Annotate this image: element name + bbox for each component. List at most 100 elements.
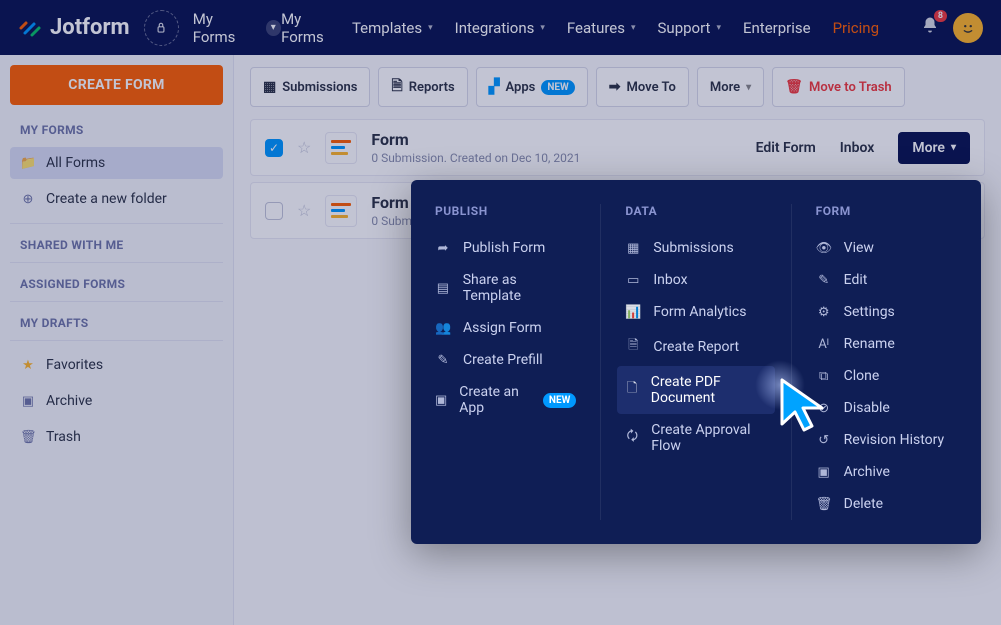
menu-share-template[interactable]: ▤Share as Template <box>427 264 584 312</box>
apps-icon: ▞ <box>489 79 500 95</box>
divider <box>10 301 223 302</box>
user-avatar[interactable] <box>953 13 983 43</box>
pdf-icon: 🗋 <box>625 379 638 401</box>
nav-templates[interactable]: Templates▾ <box>352 19 433 37</box>
report-icon: 🗎 <box>391 75 402 99</box>
popover-heading: FORM <box>816 204 957 218</box>
plus-icon: ⊕ <box>20 192 36 207</box>
star-icon: ★ <box>20 358 36 373</box>
new-badge: NEW <box>543 393 576 408</box>
archive-icon: ▣ <box>20 394 36 409</box>
menu-assign-form[interactable]: 👥Assign Form <box>427 312 584 344</box>
main-nav: My Forms Templates▾ Integrations▾ Featur… <box>281 10 983 46</box>
menu-create-approval[interactable]: 🗘Create Approval Flow <box>617 414 774 462</box>
storage-indicator[interactable] <box>144 10 179 46</box>
toolbar-submissions[interactable]: ▦Submissions <box>250 67 370 107</box>
grid-icon: ▦ <box>263 79 276 95</box>
create-form-button[interactable]: CREATE FORM <box>10 65 223 105</box>
menu-create-prefill[interactable]: ✎Create Prefill <box>427 344 584 376</box>
row-checkbox[interactable] <box>265 202 283 220</box>
users-icon: 👥 <box>435 321 451 336</box>
menu-analytics[interactable]: 📊Form Analytics <box>617 296 774 328</box>
chevron-down-icon: ▾ <box>540 23 545 33</box>
nav-support[interactable]: Support▾ <box>658 19 721 37</box>
row-checkbox[interactable]: ✓ <box>265 139 283 157</box>
chevron-down-icon: ▾ <box>746 82 751 93</box>
sidebar-section-assigned[interactable]: ASSIGNED FORMS <box>20 277 213 291</box>
row-favorite-star[interactable]: ☆ <box>297 138 311 157</box>
cursor-pointer-icon <box>780 378 835 438</box>
row-edit-button[interactable]: Edit Form <box>756 140 816 156</box>
nav-pricing[interactable]: Pricing <box>833 19 879 37</box>
toolbar-trash[interactable]: 🗑Move to Trash <box>772 67 904 107</box>
notification-badge: 8 <box>934 10 947 22</box>
toolbar-more[interactable]: More▾ <box>697 67 764 107</box>
brand-logo[interactable]: Jotform <box>18 15 130 40</box>
archive-icon: ▣ <box>816 465 832 480</box>
menu-view[interactable]: 👁View <box>808 232 965 264</box>
nav-features[interactable]: Features▾ <box>567 19 636 37</box>
nav-integrations[interactable]: Integrations▾ <box>455 19 545 37</box>
menu-edit[interactable]: ✎Edit <box>808 264 965 296</box>
share-icon: ➦ <box>435 241 451 256</box>
form-name: Form <box>371 130 580 149</box>
sidebar: CREATE FORM MY FORMS 📁All Forms ⊕Create … <box>0 55 234 625</box>
menu-inbox[interactable]: ▭Inbox <box>617 264 774 296</box>
menu-delete[interactable]: 🗑Delete <box>808 488 965 520</box>
toolbar-apps[interactable]: ▞AppsNEW <box>476 67 588 107</box>
menu-create-pdf[interactable]: 🗋Create PDF Document <box>617 366 774 414</box>
menu-create-report[interactable]: 🗎Create Report <box>617 328 774 366</box>
workspace-label: My Forms <box>193 10 258 46</box>
workspace-switcher[interactable]: My Forms ▾ <box>193 10 281 46</box>
menu-create-app[interactable]: ▣Create an AppNEW <box>427 376 584 424</box>
chevron-down-icon: ▾ <box>951 142 956 153</box>
row-inbox-button[interactable]: Inbox <box>840 140 875 156</box>
move-icon: ➡ <box>609 79 621 95</box>
toolbar-reports[interactable]: 🗎Reports <box>378 67 467 107</box>
sidebar-item-archive[interactable]: ▣Archive <box>10 385 223 417</box>
chevron-down-icon: ▾ <box>631 23 636 33</box>
divider <box>10 340 223 341</box>
app-header: Jotform My Forms ▾ My Forms Templates▾ I… <box>0 0 1001 55</box>
menu-archive[interactable]: ▣Archive <box>808 456 965 488</box>
trash-icon: 🗑 <box>20 430 36 445</box>
notifications-button[interactable]: 8 <box>921 16 939 39</box>
chart-icon: 📊 <box>625 305 641 320</box>
sidebar-section-drafts[interactable]: MY DRAFTS <box>20 316 213 330</box>
menu-submissions[interactable]: ▦Submissions <box>617 232 774 264</box>
more-dropdown-menu: PUBLISH ➦Publish Form ▤Share as Template… <box>411 180 981 544</box>
popover-col-form: FORM 👁View ✎Edit ⚙Settings AᴵRename ⧉Clo… <box>792 204 981 520</box>
menu-rename[interactable]: AᴵRename <box>808 328 965 360</box>
trash-icon: 🗑 <box>785 79 803 95</box>
sidebar-section-shared[interactable]: SHARED WITH ME <box>20 238 213 252</box>
delete-icon: 🗑 <box>816 497 832 512</box>
pencil-icon: ✎ <box>435 353 451 368</box>
toolbar-moveto[interactable]: ➡Move To <box>596 67 689 107</box>
rename-icon: Aᴵ <box>816 336 832 352</box>
popover-heading: PUBLISH <box>435 204 576 218</box>
report-icon: 🗎 <box>625 336 641 358</box>
new-badge: NEW <box>541 80 574 95</box>
eye-icon: 👁 <box>816 241 832 256</box>
sidebar-section-myforms: MY FORMS <box>20 123 213 137</box>
brand-name: Jotform <box>50 15 130 40</box>
form-list-row[interactable]: ✓ ☆ Form 0 Submission. Created on Dec 10… <box>250 119 985 176</box>
app-icon: ▣ <box>435 393 447 408</box>
nav-enterprise[interactable]: Enterprise <box>743 19 811 37</box>
menu-publish-form[interactable]: ➦Publish Form <box>427 232 584 264</box>
template-icon: ▤ <box>435 281 451 296</box>
sidebar-item-allforms[interactable]: 📁All Forms <box>10 147 223 179</box>
toolbar: ▦Submissions 🗎Reports ▞AppsNEW ➡Move To … <box>250 67 985 107</box>
form-type-icon <box>325 195 357 227</box>
nav-myforms[interactable]: My Forms <box>281 10 330 46</box>
row-more-button[interactable]: More▾ <box>898 132 970 164</box>
inbox-icon: ▭ <box>625 273 641 288</box>
row-favorite-star[interactable]: ☆ <box>297 201 311 220</box>
form-type-icon <box>325 132 357 164</box>
divider <box>10 262 223 263</box>
divider <box>10 223 223 224</box>
sidebar-item-newfolder[interactable]: ⊕Create a new folder <box>10 183 223 215</box>
sidebar-item-trash[interactable]: 🗑Trash <box>10 421 223 453</box>
sidebar-item-favorites[interactable]: ★Favorites <box>10 349 223 381</box>
menu-settings[interactable]: ⚙Settings <box>808 296 965 328</box>
